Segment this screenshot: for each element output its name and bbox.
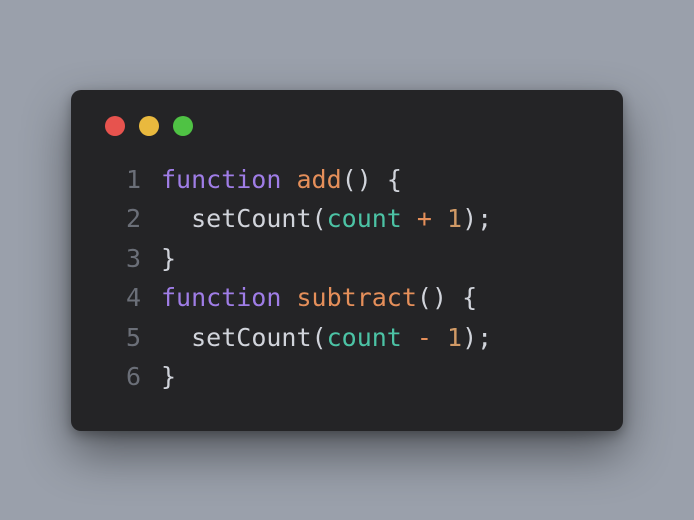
token-punc: } — [161, 362, 176, 391]
token-punc: } — [161, 244, 176, 273]
minimize-icon[interactable] — [139, 116, 159, 136]
code-window: 1function add() {2 setCount(count + 1);3… — [71, 90, 623, 431]
token-space — [281, 165, 296, 194]
code-line: 6} — [105, 357, 589, 397]
token-punc: { — [462, 283, 477, 312]
token-punc: ( — [312, 204, 327, 233]
token-punc: () — [342, 165, 372, 194]
token-operator: - — [417, 323, 432, 352]
token-call: setCount — [191, 323, 311, 352]
token-space — [447, 283, 462, 312]
line-content: setCount(count - 1); — [161, 318, 492, 358]
token-funcname: add — [296, 165, 341, 194]
token-space — [402, 323, 417, 352]
token-punc: { — [387, 165, 402, 194]
line-number: 6 — [105, 357, 141, 397]
token-space — [372, 165, 387, 194]
line-number: 5 — [105, 318, 141, 358]
code-line: 3} — [105, 239, 589, 279]
maximize-icon[interactable] — [173, 116, 193, 136]
indent — [161, 204, 191, 233]
token-operator: + — [417, 204, 432, 233]
code-line: 2 setCount(count + 1); — [105, 199, 589, 239]
code-block: 1function add() {2 setCount(count + 1);3… — [105, 160, 589, 397]
token-space — [402, 204, 417, 233]
token-space — [432, 204, 447, 233]
token-keyword: function — [161, 283, 281, 312]
token-funcname: subtract — [296, 283, 416, 312]
line-content: function subtract() { — [161, 278, 477, 318]
code-line: 4 function subtract() { — [105, 278, 589, 318]
code-line: 5 setCount(count - 1); — [105, 318, 589, 358]
token-space — [281, 283, 296, 312]
line-content: setCount(count + 1); — [161, 199, 492, 239]
token-ident: count — [327, 323, 402, 352]
line-number: 1 — [105, 160, 141, 200]
token-punc: ( — [312, 323, 327, 352]
line-number: 4 — [105, 278, 141, 318]
line-number: 2 — [105, 199, 141, 239]
token-number: 1 — [447, 323, 462, 352]
token-number: 1 — [447, 204, 462, 233]
token-punc: ); — [462, 204, 492, 233]
traffic-lights — [105, 116, 589, 136]
token-ident: count — [327, 204, 402, 233]
token-call: setCount — [191, 204, 311, 233]
line-content: } — [161, 357, 176, 397]
token-space — [432, 323, 447, 352]
token-punc: ); — [462, 323, 492, 352]
close-icon[interactable] — [105, 116, 125, 136]
line-number: 3 — [105, 239, 141, 279]
token-keyword: function — [161, 165, 281, 194]
line-content: function add() { — [161, 160, 402, 200]
line-content: } — [161, 239, 176, 279]
token-punc: () — [417, 283, 447, 312]
indent — [161, 323, 191, 352]
code-line: 1 function add() { — [105, 160, 589, 200]
